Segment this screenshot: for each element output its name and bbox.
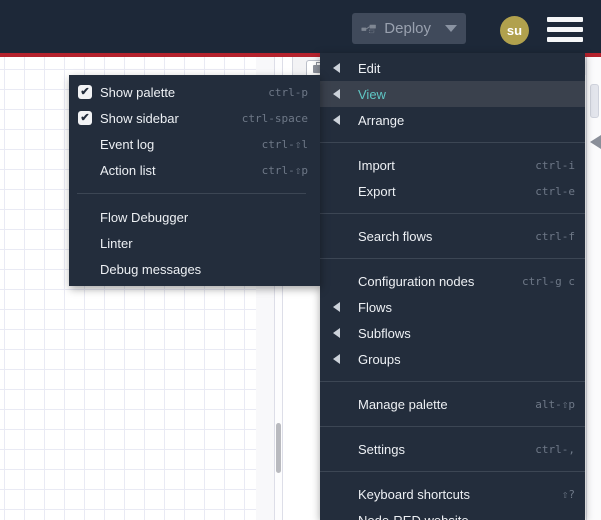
menu-item-label: Linter <box>100 235 133 251</box>
menu-item-flow-debugger[interactable]: Flow Debugger <box>69 204 320 230</box>
menu-item-label: Subflows <box>358 325 411 341</box>
main-menu: Edit View Arrange Import ctrl-i Export ctrl-e S… <box>320 53 585 520</box>
menu-item-flows[interactable]: Flows <box>320 294 585 320</box>
menu-item-shortcut: ctrl-, <box>535 442 575 456</box>
view-submenu: ✔ Show palette ctrl-p ✔ Show sidebar ctrl-spa… <box>69 75 320 286</box>
menu-item-shortcut: ctrl-p <box>268 85 308 99</box>
menu-item-shortcut: ctrl-e <box>535 184 575 198</box>
header-bar: Deploy su <box>0 0 601 57</box>
submenu-arrow-icon <box>333 115 340 125</box>
menu-item-label: Settings <box>358 441 405 457</box>
submenu-arrow-icon <box>333 354 340 364</box>
menu-separator <box>320 426 585 427</box>
menu-separator <box>320 258 585 259</box>
menu-item-keyboard-shortcuts[interactable]: Keyboard shortcuts ⇧? <box>320 481 585 507</box>
sidebar-scrollbar-thumb[interactable] <box>590 84 599 118</box>
node-red-editor: Deploy su Edit View Arrange Import ctrl-i Exp… <box>0 0 601 520</box>
menu-item-shortcut: ⇧? <box>561 487 575 501</box>
checked-checkbox-icon[interactable]: ✔ <box>78 85 92 99</box>
menu-separator <box>77 193 306 194</box>
sidebar-scroll-strip <box>586 57 601 520</box>
menu-item-arrange[interactable]: Arrange <box>320 107 585 133</box>
menu-item-label: Node-RED website <box>358 512 469 520</box>
menu-item-label: Search flows <box>358 228 433 244</box>
menu-item-label: Import <box>358 157 395 173</box>
menu-item-label: Manage palette <box>358 396 448 412</box>
sidebar-collapse-arrow-icon[interactable] <box>590 135 601 149</box>
menu-item-shortcut: ctrl-space <box>241 111 308 125</box>
menu-item-label: Groups <box>358 351 401 367</box>
deploy-button[interactable]: Deploy <box>352 13 466 44</box>
checked-checkbox-icon[interactable]: ✔ <box>78 111 92 125</box>
deploy-button-label: Deploy <box>384 20 431 37</box>
menu-item-label: Keyboard shortcuts <box>358 486 471 502</box>
menu-item-label: Show sidebar <box>100 110 179 126</box>
menu-item-linter[interactable]: Linter <box>69 230 320 256</box>
menu-item-export[interactable]: Export ctrl-e <box>320 178 585 204</box>
menu-item-label: Arrange <box>358 112 405 128</box>
menu-item-shortcut: alt-⇧p <box>535 397 575 411</box>
menu-item-shortcut: ctrl-f <box>535 229 575 243</box>
menu-item-label: View <box>358 86 386 102</box>
menu-item-shortcut: ctrl-g c <box>522 274 575 288</box>
menu-item-show-sidebar[interactable]: ✔ Show sidebar ctrl-space <box>69 105 320 131</box>
menu-separator <box>320 471 585 472</box>
menu-item-label: Flows <box>358 299 392 315</box>
menu-item-node-red-website[interactable]: Node-RED website <box>320 507 585 520</box>
menu-item-event-log[interactable]: Event log ctrl-⇧l <box>69 131 320 157</box>
menu-separator <box>320 381 585 382</box>
menu-item-search-flows[interactable]: Search flows ctrl-f <box>320 223 585 249</box>
menu-item-configuration-nodes[interactable]: Configuration nodes ctrl-g c <box>320 268 585 294</box>
menu-item-shortcut: ctrl-i <box>535 158 575 172</box>
hamburger-menu-icon[interactable] <box>547 17 583 42</box>
menu-item-debug-messages[interactable]: Debug messages <box>69 256 320 282</box>
menu-item-label: Edit <box>358 60 381 76</box>
menu-item-import[interactable]: Import ctrl-i <box>320 152 585 178</box>
submenu-arrow-icon <box>333 328 340 338</box>
menu-item-manage-palette[interactable]: Manage palette alt-⇧p <box>320 391 585 417</box>
menu-item-shortcut: ctrl-⇧l <box>261 137 308 151</box>
menu-item-view[interactable]: View <box>320 81 585 107</box>
menu-item-label: Event log <box>100 136 155 152</box>
menu-item-label: Export <box>358 183 396 199</box>
submenu-arrow-icon <box>333 63 340 73</box>
chevron-down-icon[interactable] <box>445 25 457 32</box>
submenu-arrow-icon <box>333 89 340 99</box>
menu-item-edit[interactable]: Edit <box>320 55 585 81</box>
menu-item-label: Action list <box>100 162 156 178</box>
menu-item-shortcut: ctrl-⇧p <box>261 163 308 177</box>
menu-item-label: Flow Debugger <box>100 209 189 225</box>
menu-item-label: Debug messages <box>100 261 202 277</box>
user-avatar[interactable]: su <box>500 16 529 45</box>
deploy-icon <box>361 24 376 33</box>
menu-item-groups[interactable]: Groups <box>320 346 585 372</box>
menu-item-subflows[interactable]: Subflows <box>320 320 585 346</box>
menu-item-settings[interactable]: Settings ctrl-, <box>320 436 585 462</box>
menu-separator <box>320 142 585 143</box>
menu-item-label: Show palette <box>100 84 176 100</box>
submenu-arrow-icon <box>333 302 340 312</box>
canvas-scrollbar-thumb[interactable] <box>276 423 281 473</box>
menu-item-action-list[interactable]: Action list ctrl-⇧p <box>69 157 320 183</box>
menu-separator <box>320 213 585 214</box>
menu-item-label: Configuration nodes <box>358 273 475 289</box>
menu-item-show-palette[interactable]: ✔ Show palette ctrl-p <box>69 79 320 105</box>
